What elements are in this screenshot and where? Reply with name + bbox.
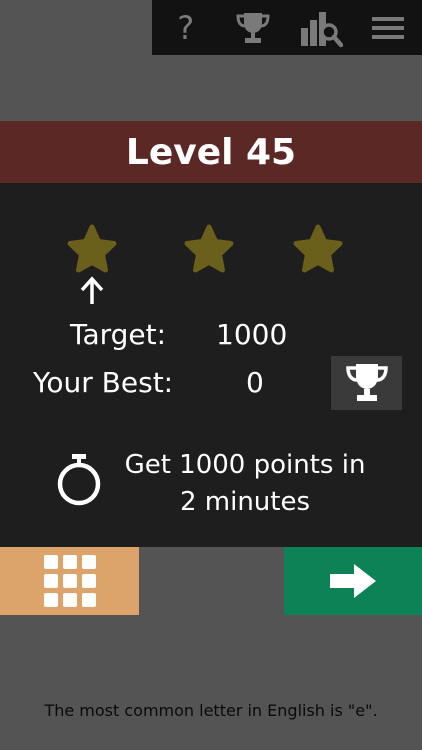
main-menu-button[interactable] [355,0,422,55]
best-label: Your Best: [33,366,174,399]
goal-line-1: Get 1000 points in [124,450,366,480]
stopwatch-icon [57,454,101,506]
trophy-icon [345,364,388,401]
tip-text: The most common letter in English is "e"… [44,701,378,720]
grid-icon [43,555,96,607]
top-toolbar: ? [152,0,422,55]
goal-line-2: 2 minutes [179,487,311,517]
level-title: Level 45 [125,131,297,173]
target-value: 1000 [216,318,288,351]
stats-icon [300,11,343,47]
arrow-up-icon [80,276,104,304]
level-select-button[interactable] [0,547,139,615]
arrow-right-icon [330,564,376,598]
star-icon-3 [293,224,343,273]
stats-button[interactable] [287,0,355,55]
goal-description: Get 1000 points in 2 minutes [108,447,382,521]
level-banner: Level 45 [0,121,422,183]
star-icon-2 [184,224,234,273]
target-label: Target: [70,318,167,351]
help-button[interactable]: ? [152,0,220,55]
leaderboard-button[interactable] [220,0,288,55]
star-icon-1 [67,224,117,273]
best-value: 0 [246,366,264,399]
play-next-button[interactable] [284,547,422,615]
help-icon: ? [177,8,195,47]
scores-trophy-button[interactable] [331,356,402,410]
trophy-icon [236,12,270,43]
menu-icon [372,16,405,39]
